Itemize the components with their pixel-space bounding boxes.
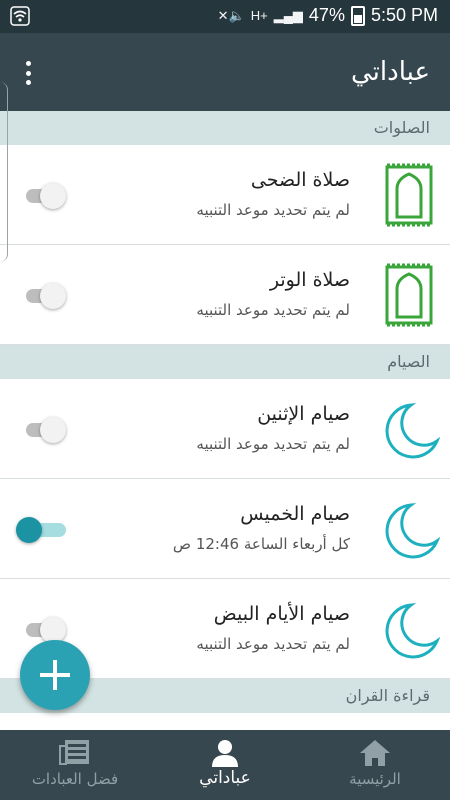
nav-item-virtues[interactable]: فضل العبادات — [0, 730, 150, 800]
status-indicators: ✕🔈 H+ ▂▄▆ 47% 5:50 PM — [218, 5, 438, 26]
worship-list: الصلوات صلاة الضحى لم يتم تحديد موعد الت… — [0, 111, 450, 730]
home-icon — [360, 740, 390, 766]
nav-label: الرئيسية — [349, 770, 401, 788]
clock: 5:50 PM — [370, 5, 438, 25]
item-title: صيام الإثنين — [257, 403, 350, 425]
crescent-moon-icon — [385, 503, 440, 559]
wifi-icon — [10, 6, 30, 26]
battery-percent: 47% — [308, 5, 345, 25]
app-bar: عباداتي — [0, 33, 450, 111]
person-icon — [212, 740, 238, 767]
signal-icon: ▂▄▆ — [273, 7, 303, 23]
item-title: صيام الأيام البيض — [213, 603, 350, 625]
reminder-toggle[interactable] — [24, 183, 66, 209]
status-bar: ✕🔈 H+ ▂▄▆ 47% 5:50 PM — [0, 0, 450, 33]
reminder-toggle[interactable] — [24, 417, 66, 443]
crescent-moon-icon — [385, 403, 440, 459]
nav-item-my-worship[interactable]: عباداتي — [150, 730, 300, 800]
section-header-prayers: الصلوات — [0, 111, 450, 145]
item-title: صيام الخميس — [240, 503, 350, 525]
nav-item-home[interactable]: الرئيسية — [300, 730, 450, 800]
page-title: عباداتي — [351, 57, 430, 87]
prayer-mat-icon — [385, 263, 433, 327]
item-subtitle: لم يتم تحديد موعد التنبيه — [196, 635, 350, 653]
reminder-toggle[interactable] — [24, 617, 66, 643]
overflow-menu-icon[interactable] — [18, 59, 38, 87]
list-item[interactable]: صيام الخميس كل أربعاء الساعة 12:46 ص — [0, 479, 450, 579]
item-title: صلاة الوتر — [269, 269, 350, 291]
item-subtitle: لم يتم تحديد موعد التنبيه — [196, 435, 350, 453]
network-type-label: H+ — [250, 8, 268, 23]
battery-icon — [350, 5, 365, 26]
add-button[interactable] — [20, 640, 90, 710]
item-subtitle: لم يتم تحديد موعد التنبيه — [196, 301, 350, 319]
nav-label: فضل العبادات — [31, 770, 119, 788]
reminder-toggle[interactable] — [16, 517, 66, 543]
item-subtitle: لم يتم تحديد موعد التنبيه — [196, 201, 350, 219]
prayer-mat-icon — [385, 163, 433, 227]
newspaper-icon — [59, 740, 89, 765]
item-subtitle: كل أربعاء الساعة 12:46 ص — [172, 535, 350, 553]
item-title: صلاة الضحى — [250, 169, 350, 191]
nav-label: عباداتي — [199, 768, 251, 788]
list-item[interactable]: صلاة الوتر لم يتم تحديد موعد التنبيه — [0, 245, 450, 345]
bottom-nav: فضل العبادات عباداتي الرئيسية — [0, 730, 450, 800]
crescent-moon-icon — [385, 603, 440, 659]
drawer-handle[interactable] — [0, 82, 8, 262]
section-header-fasting: الصيام — [0, 345, 450, 379]
mute-icon: ✕🔈 — [217, 7, 245, 23]
list-item[interactable]: صيام الإثنين لم يتم تحديد موعد التنبيه — [0, 379, 450, 479]
reminder-toggle[interactable] — [24, 283, 66, 309]
list-item[interactable]: صلاة الضحى لم يتم تحديد موعد التنبيه — [0, 145, 450, 245]
